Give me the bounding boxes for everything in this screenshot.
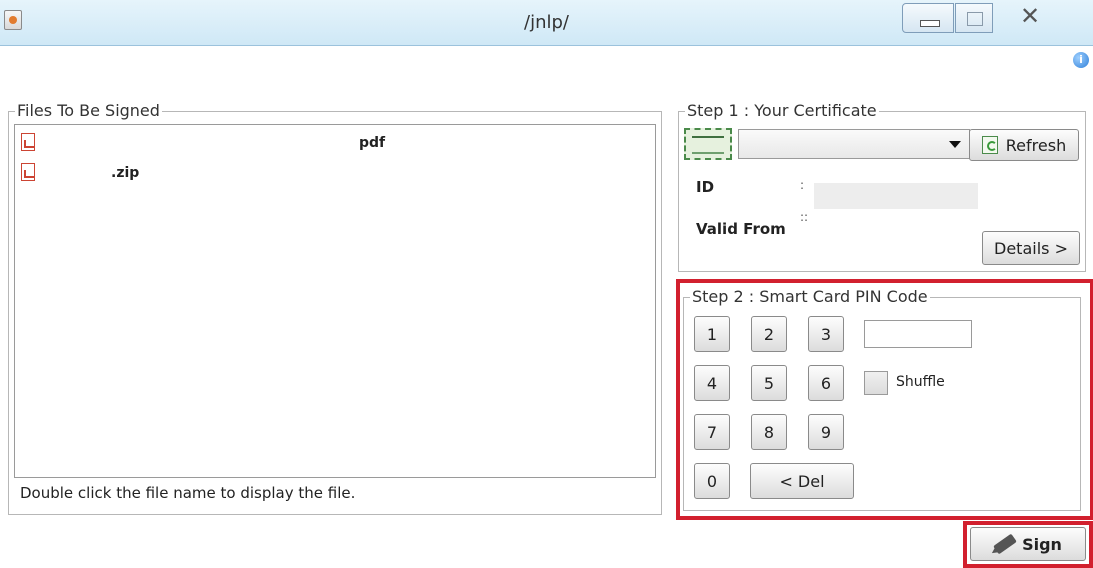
key-4[interactable]: 4	[694, 365, 730, 401]
list-item[interactable]: pdf	[19, 133, 649, 157]
key-2[interactable]: 2	[751, 316, 787, 352]
pin-group-title: Step 2 : Smart Card PIN Code	[690, 287, 930, 306]
list-item[interactable]: .zip	[19, 163, 649, 187]
key-3[interactable]: 3	[808, 316, 844, 352]
pdf-file-icon	[21, 133, 35, 151]
sign-button[interactable]: Sign	[970, 527, 1086, 561]
dropdown-arrow-icon	[949, 141, 961, 148]
key-1[interactable]: 1	[694, 316, 730, 352]
certificate-group-title: Step 1 : Your Certificate	[685, 101, 879, 120]
valid-from-colon: ::	[800, 210, 809, 224]
refresh-label: Refresh	[1005, 135, 1067, 155]
files-group-title: Files To Be Signed	[15, 101, 162, 120]
refresh-button[interactable]: Refresh	[969, 129, 1079, 161]
valid-from-label: Valid From	[696, 220, 786, 238]
key-9[interactable]: 9	[808, 414, 844, 450]
minimize-button[interactable]	[902, 3, 954, 33]
pdf-file-icon	[21, 163, 35, 181]
id-colon: :	[800, 178, 805, 192]
details-button[interactable]: Details >	[982, 231, 1080, 265]
close-button[interactable]: ✕	[994, 3, 1066, 33]
certificate-select[interactable]	[738, 129, 970, 159]
delete-button[interactable]: < Del	[750, 463, 854, 499]
file-name: pdf	[359, 135, 386, 151]
file-name: .zip	[111, 165, 140, 181]
shuffle-label: Shuffle	[896, 374, 945, 390]
certificate-icon	[684, 128, 732, 160]
pencil-icon	[993, 533, 1017, 555]
id-value	[814, 183, 978, 209]
file-list[interactable]: pdf .zip	[14, 124, 656, 478]
refresh-icon	[981, 136, 998, 154]
shuffle-checkbox[interactable]	[864, 371, 888, 395]
info-icon[interactable]: i	[1073, 52, 1089, 68]
pin-input[interactable]	[864, 320, 972, 348]
sign-label: Sign	[1022, 534, 1062, 554]
key-7[interactable]: 7	[694, 414, 730, 450]
title-bar: /jnlp/ ✕	[0, 0, 1093, 46]
key-0[interactable]: 0	[694, 463, 730, 499]
maximize-button[interactable]	[955, 3, 993, 33]
key-6[interactable]: 6	[808, 365, 844, 401]
close-icon: ✕	[1019, 2, 1041, 30]
key-5[interactable]: 5	[751, 365, 787, 401]
key-8[interactable]: 8	[751, 414, 787, 450]
id-label: ID	[696, 178, 715, 196]
hint-text: Double click the file name to display th…	[20, 484, 356, 502]
